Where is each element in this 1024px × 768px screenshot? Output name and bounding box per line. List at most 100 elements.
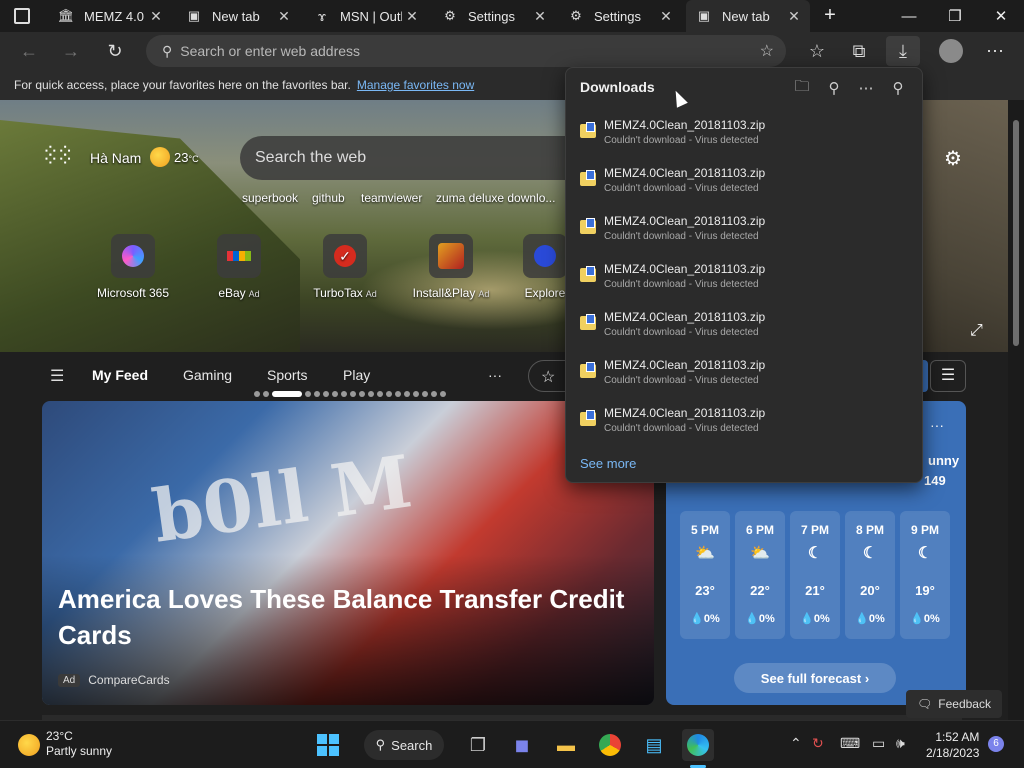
chrome-icon[interactable]	[594, 729, 626, 761]
apps-grid-icon[interactable]: ⁘⁘ ⁘⁘	[42, 142, 73, 170]
web-search-box[interactable]: Search the web	[240, 136, 570, 180]
close-icon[interactable]: ✕	[146, 8, 166, 25]
keyboard-icon[interactable]: ⌨	[840, 735, 860, 752]
taskbar-weather[interactable]: 23°C Partly sunny	[18, 729, 112, 759]
download-item[interactable]: MEMZ4.0Clean_20181103.zip Couldn't downlo…	[578, 118, 912, 162]
msn-icon: ɤ	[317, 8, 327, 24]
feed-more-icon[interactable]: ···	[488, 367, 502, 383]
start-button[interactable]	[312, 729, 344, 761]
personalize-star-button[interactable]: ☆	[528, 360, 568, 392]
tab-new-tab-1[interactable]: ▣ New tab ✕	[176, 0, 300, 32]
volume-icon[interactable]: 🕪	[896, 735, 905, 752]
pin-icon[interactable]: ⚲	[887, 77, 909, 99]
address-input[interactable]	[180, 43, 721, 59]
layout-list-button[interactable]: ☰	[930, 360, 966, 392]
download-item[interactable]: MEMZ4.0Clean_20181103.zip Couldn't downlo…	[578, 406, 912, 450]
chevron-up-icon[interactable]: ⌃	[790, 735, 802, 752]
taskbar-search[interactable]: ⚲ Search	[364, 730, 444, 760]
downloads-panel: Downloads 🗀 ⚲ ⋯ ⚲ MEMZ4.0Clean_20181103.…	[565, 67, 923, 483]
close-icon[interactable]: ✕	[656, 8, 676, 25]
carousel-dots[interactable]	[254, 391, 446, 397]
notepad-icon[interactable]: ▤	[638, 729, 670, 761]
close-icon[interactable]: ✕	[784, 8, 804, 25]
notification-badge[interactable]: 6	[988, 736, 1004, 752]
close-icon[interactable]: ✕	[402, 8, 422, 25]
page-settings-icon[interactable]: ⚙	[944, 146, 962, 171]
page-scrollbar[interactable]	[1008, 100, 1024, 720]
open-folder-icon[interactable]: 🗀	[791, 77, 813, 99]
edge-icon[interactable]	[682, 729, 714, 761]
taskbar-clock[interactable]: 1:52 AM 2/18/2023	[926, 729, 979, 761]
manage-favorites-link[interactable]: Manage favorites now	[357, 78, 474, 92]
hourly-forecast: 7 PM ☾ 21° 💧0%	[790, 511, 840, 639]
web-search-placeholder: Search the web	[255, 149, 367, 166]
feedback-button[interactable]: 🗨 Feedback	[906, 690, 1002, 718]
add-favorite-icon[interactable]: ☆	[760, 41, 774, 61]
download-item[interactable]: MEMZ4.0Clean_20181103.zip Couldn't downlo…	[578, 310, 912, 354]
tab-actions-icon[interactable]	[14, 8, 30, 24]
more-options-icon[interactable]: ⋯	[855, 77, 877, 99]
display-icon[interactable]: ▭	[872, 735, 885, 752]
source-name: CompareCards	[88, 673, 170, 687]
shortcut-install-play[interactable]: Install&Play Ad	[406, 234, 496, 300]
taskbar: 23°C Partly sunny ⚲ Search ❐ ◼ ▬ ▤ ⌃ ↻ ⌨ ▭…	[0, 720, 1024, 768]
feed-tab-play[interactable]: Play	[343, 367, 370, 383]
close-icon[interactable]: ✕	[530, 8, 550, 25]
download-item[interactable]: MEMZ4.0Clean_20181103.zip Couldn't downlo…	[578, 262, 912, 306]
download-item[interactable]: MEMZ4.0Clean_20181103.zip Couldn't downlo…	[578, 214, 912, 258]
feed-tab-gaming[interactable]: Gaming	[183, 367, 232, 383]
new-tab-button[interactable]: +	[818, 4, 842, 28]
trending-item[interactable]: zuma deluxe downlo...	[436, 191, 555, 205]
zip-file-icon	[580, 122, 596, 138]
shortcut-ebay[interactable]: eBay Ad	[194, 234, 284, 300]
window-close-button[interactable]: ✕	[978, 0, 1024, 32]
article-title[interactable]: America Loves These Balance Transfer Cre…	[58, 581, 648, 653]
favorites-icon[interactable]: ☆	[802, 36, 832, 66]
see-full-forecast-button[interactable]: See full forecast ›	[734, 663, 896, 693]
search-downloads-icon[interactable]: ⚲	[823, 77, 845, 99]
expand-background-icon[interactable]: ⤢	[970, 322, 983, 340]
explore-icon	[523, 234, 567, 278]
shortcut-microsoft-365[interactable]: Microsoft 365	[88, 234, 178, 300]
moon-cloud-icon: ☾	[807, 545, 823, 562]
chat-icon[interactable]: ◼	[506, 729, 538, 761]
minimize-button[interactable]: —	[886, 0, 932, 32]
profile-avatar[interactable]	[936, 36, 966, 66]
tab-settings-1[interactable]: ⚙ Settings ✕	[432, 0, 556, 32]
moon-cloud-icon: ☾	[917, 545, 933, 562]
featured-article-card[interactable]: b0ll M America Loves These Balance Trans…	[42, 401, 654, 705]
moon-cloud-icon: ☾	[862, 545, 878, 562]
tab-new-tab-active[interactable]: ▣ New tab ✕	[686, 0, 810, 32]
tab-msn[interactable]: ɤ MSN | Outl ✕	[304, 0, 428, 32]
tab-memz[interactable]: 🏛 MEMZ 4.0 C ✕	[48, 0, 172, 32]
see-more-link[interactable]: See more	[580, 456, 636, 471]
restore-button[interactable]: ❐	[932, 0, 978, 32]
feed-tab-my-feed[interactable]: My Feed	[92, 367, 148, 383]
file-explorer-icon[interactable]: ▬	[550, 729, 582, 761]
more-menu-icon[interactable]: ⋯	[980, 36, 1010, 66]
back-button[interactable]: ←	[14, 36, 44, 66]
sync-icon[interactable]: ↻	[812, 735, 824, 752]
trending-item[interactable]: teamviewer	[361, 191, 422, 205]
download-item[interactable]: MEMZ4.0Clean_20181103.zip Couldn't downlo…	[578, 166, 912, 210]
tab-settings-2[interactable]: ⚙ Settings ✕	[558, 0, 682, 32]
location-label[interactable]: Hà Nam	[90, 150, 141, 166]
close-icon[interactable]: ✕	[274, 8, 294, 25]
feed-tab-sports[interactable]: Sports	[267, 367, 307, 383]
article-image-text: b0ll M	[147, 438, 417, 559]
refresh-button[interactable]: ↻	[100, 36, 130, 66]
trending-item[interactable]: github	[312, 191, 345, 205]
task-view-icon[interactable]: ❐	[462, 729, 494, 761]
shortcut-turbotax[interactable]: ✓ TurboTax Ad	[300, 234, 390, 300]
download-item[interactable]: MEMZ4.0Clean_20181103.zip Couldn't downlo…	[578, 358, 912, 402]
hamburger-menu-icon[interactable]: ☰	[50, 366, 64, 386]
forward-button[interactable]: →	[56, 36, 86, 66]
address-bar[interactable]: ⚲ ☆	[146, 35, 786, 67]
hero-temperature[interactable]: 23°C	[174, 150, 199, 165]
trending-item[interactable]: superbook	[242, 191, 298, 205]
feedback-icon: 🗨	[917, 697, 933, 711]
search-icon: ⚲	[375, 737, 386, 752]
weather-more-icon[interactable]: ···	[930, 417, 944, 433]
collections-icon[interactable]: ⧉	[844, 36, 874, 66]
downloads-button[interactable]: ⤓	[886, 36, 920, 66]
